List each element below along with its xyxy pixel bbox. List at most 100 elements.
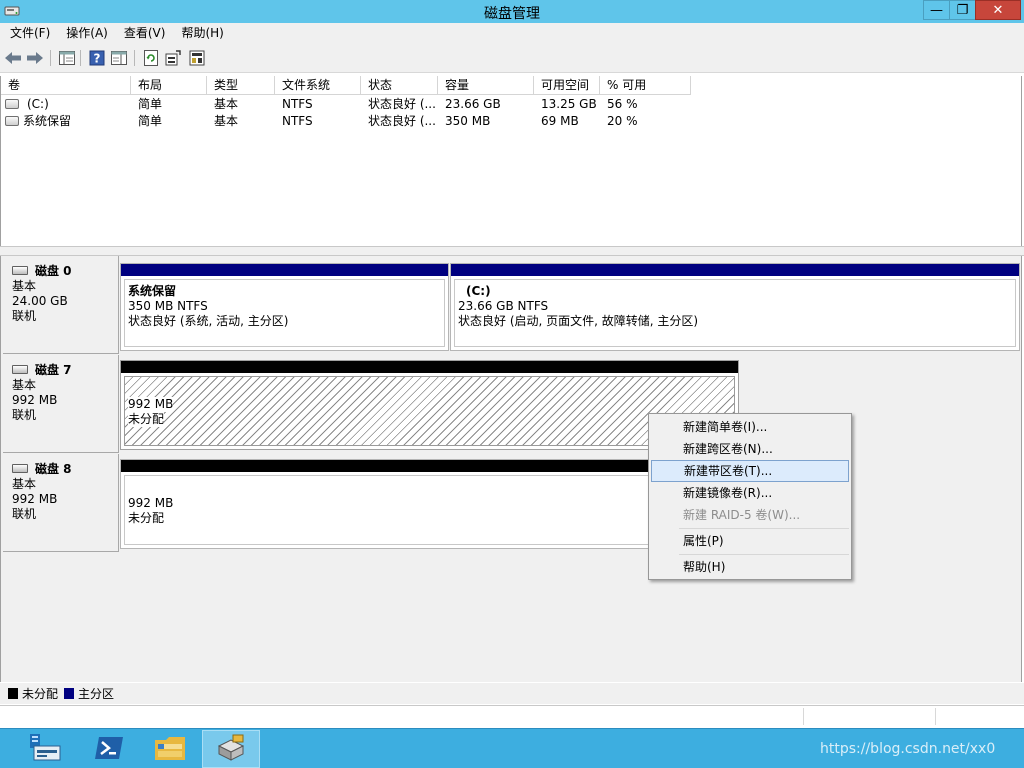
volume-list: 卷 布局 类型 文件系统 状态 容量 可用空间 % 可用 (C:) 简单 基本 … bbox=[0, 76, 1022, 246]
disk-icon bbox=[12, 464, 28, 473]
taskbar-powershell[interactable] bbox=[80, 730, 138, 768]
volume-type: 基本 bbox=[214, 114, 239, 128]
taskbar-server-manager[interactable] bbox=[16, 730, 74, 768]
legend: 未分配 主分区 bbox=[0, 683, 1024, 704]
disk-status: 联机 bbox=[12, 408, 37, 422]
menu-bar: 文件(F) 操作(A) 查看(V) 帮助(H) bbox=[0, 23, 1024, 44]
window-title: 磁盘管理 bbox=[484, 6, 540, 22]
disk-7-label[interactable]: 磁盘 7 基本 992 MB 联机 bbox=[3, 355, 119, 453]
menu-item-properties[interactable]: 属性(P) bbox=[651, 530, 849, 552]
volume-layout: 简单 bbox=[138, 97, 163, 111]
disk-0-label[interactable]: 磁盘 0 基本 24.00 GB 联机 bbox=[3, 256, 119, 354]
legend-label: 未分配 bbox=[22, 687, 59, 701]
column-header-type[interactable]: 类型 bbox=[207, 76, 275, 95]
partition-status: 状态良好 (系统, 活动, 主分区) bbox=[128, 314, 289, 328]
menu-item-new-raid5-volume: 新建 RAID-5 卷(W)... bbox=[683, 508, 801, 522]
taskbar: https://blog.csdn.net/xx0 bbox=[0, 728, 1024, 768]
minimize-button[interactable]: — bbox=[923, 0, 950, 20]
refresh-icon[interactable] bbox=[142, 49, 160, 67]
menu-help[interactable]: 帮助(H) bbox=[173, 23, 231, 44]
volume-filesystem: NTFS bbox=[282, 97, 313, 111]
disk-size: 24.00 GB bbox=[12, 294, 68, 308]
status-segment bbox=[803, 708, 935, 725]
toolbar: ? bbox=[0, 44, 1024, 73]
menu-item-new-simple-volume[interactable]: 新建简单卷(I)... bbox=[651, 416, 849, 438]
table-row[interactable]: 系统保留 简单 基本 NTFS 状态良好 (... 350 MB 69 MB 2… bbox=[1, 113, 1021, 130]
partition-title: (C:) bbox=[466, 284, 491, 298]
volume-name: 系统保留 bbox=[23, 114, 72, 128]
file-explorer-icon bbox=[154, 734, 186, 765]
context-menu: 新建简单卷(I)... 新建跨区卷(N)... 新建带区卷(T)... 新建镜像… bbox=[648, 413, 852, 580]
rescan-disks-icon[interactable] bbox=[164, 49, 182, 67]
menu-separator bbox=[679, 528, 849, 529]
toolbar-separator bbox=[134, 50, 135, 66]
partition-size: 23.66 GB NTFS bbox=[458, 299, 549, 313]
menu-separator bbox=[679, 554, 849, 555]
volume-capacity: 350 MB bbox=[445, 114, 491, 128]
disk-status: 联机 bbox=[12, 507, 37, 521]
partition-status: 未分配 bbox=[128, 412, 165, 427]
partition-size: 992 MB bbox=[128, 496, 174, 510]
legend-swatch bbox=[8, 688, 18, 699]
status-bar bbox=[0, 705, 1024, 727]
disk-type: 基本 bbox=[12, 279, 37, 293]
partition-bar bbox=[121, 264, 448, 276]
partition-status: 状态良好 (启动, 页面文件, 故障转储, 主分区) bbox=[458, 314, 699, 328]
partition-bar bbox=[121, 361, 738, 373]
restore-button[interactable]: ❐ bbox=[949, 0, 976, 20]
column-header-percent-free[interactable]: % 可用 bbox=[600, 76, 691, 95]
disk-view: 磁盘 0 基本 24.00 GB 联机 系统保留 350 MB NTFS 状态良… bbox=[0, 256, 1022, 682]
close-button[interactable]: ✕ bbox=[975, 0, 1021, 20]
partition-title: 系统保留 bbox=[128, 284, 177, 298]
column-header-layout[interactable]: 布局 bbox=[131, 76, 207, 95]
column-header-filesystem[interactable]: 文件系统 bbox=[275, 76, 361, 95]
disk-size: 992 MB bbox=[12, 492, 58, 506]
taskbar-disk-management[interactable] bbox=[202, 730, 260, 768]
drive-icon bbox=[5, 99, 19, 109]
forward-arrow-icon[interactable] bbox=[26, 49, 44, 67]
help-icon[interactable]: ? bbox=[88, 49, 106, 67]
menu-item-new-spanned-volume[interactable]: 新建跨区卷(N)... bbox=[651, 438, 849, 460]
volume-status: 状态良好 (... bbox=[368, 114, 436, 128]
server-manager-icon bbox=[28, 732, 62, 767]
partition-bar bbox=[121, 460, 738, 472]
toolbar-separator bbox=[50, 50, 51, 66]
column-header-capacity[interactable]: 容量 bbox=[438, 76, 534, 95]
properties-view-icon[interactable] bbox=[110, 49, 128, 67]
disk-name: 磁盘 8 bbox=[35, 462, 72, 476]
menu-action[interactable]: 操作(A) bbox=[58, 23, 116, 44]
column-header-volume[interactable]: 卷 bbox=[1, 76, 131, 95]
disk-icon bbox=[12, 365, 28, 374]
disk-icon bbox=[12, 266, 28, 275]
volume-free-space: 69 MB bbox=[541, 114, 579, 128]
column-header-free-space[interactable]: 可用空间 bbox=[534, 76, 600, 95]
partition-size: 992 MB bbox=[128, 397, 174, 412]
volume-status: 状态良好 (... bbox=[368, 97, 436, 111]
partition-system-reserved[interactable]: 系统保留 350 MB NTFS 状态良好 (系统, 活动, 主分区) bbox=[120, 263, 449, 351]
partition-c-drive[interactable]: (C:) 23.66 GB NTFS 状态良好 (启动, 页面文件, 故障转储,… bbox=[450, 263, 1020, 351]
volume-free-space: 13.25 GB bbox=[541, 97, 597, 111]
drive-icon bbox=[5, 116, 19, 126]
menu-item-new-mirrored-volume[interactable]: 新建镜像卷(R)... bbox=[651, 482, 849, 504]
powershell-icon bbox=[94, 735, 124, 764]
partition-body: 系统保留 350 MB NTFS 状态良好 (系统, 活动, 主分区) bbox=[124, 279, 445, 347]
disk-8-label[interactable]: 磁盘 8 基本 992 MB 联机 bbox=[3, 454, 119, 552]
watermark-text: https://blog.csdn.net/xx0 bbox=[820, 741, 996, 757]
back-arrow-icon[interactable] bbox=[4, 49, 22, 67]
menu-view[interactable]: 查看(V) bbox=[116, 23, 174, 44]
pane-splitter[interactable] bbox=[0, 246, 1024, 256]
partition-body: (C:) 23.66 GB NTFS 状态良好 (启动, 页面文件, 故障转储,… bbox=[454, 279, 1016, 347]
partition-disk-7-unallocated[interactable]: 992 MB 未分配 bbox=[120, 360, 739, 450]
title-bar: 磁盘管理 — ❐ ✕ bbox=[0, 0, 1024, 23]
taskbar-file-explorer[interactable] bbox=[141, 730, 199, 768]
table-row[interactable]: (C:) 简单 基本 NTFS 状态良好 (... 23.66 GB 13.25… bbox=[1, 96, 1021, 113]
partition-bar bbox=[451, 264, 1019, 276]
menu-item-new-striped-volume[interactable]: 新建带区卷(T)... bbox=[651, 460, 849, 482]
menu-item-help[interactable]: 帮助(H) bbox=[651, 556, 849, 578]
partition-disk-8-unallocated[interactable]: 992 MB 未分配 bbox=[120, 459, 739, 549]
disk-name: 磁盘 0 bbox=[35, 264, 72, 278]
column-header-status[interactable]: 状态 bbox=[361, 76, 438, 95]
disk-settings-icon[interactable] bbox=[188, 49, 206, 67]
menu-file[interactable]: 文件(F) bbox=[0, 23, 58, 44]
show-hide-tree-icon[interactable] bbox=[58, 49, 76, 67]
